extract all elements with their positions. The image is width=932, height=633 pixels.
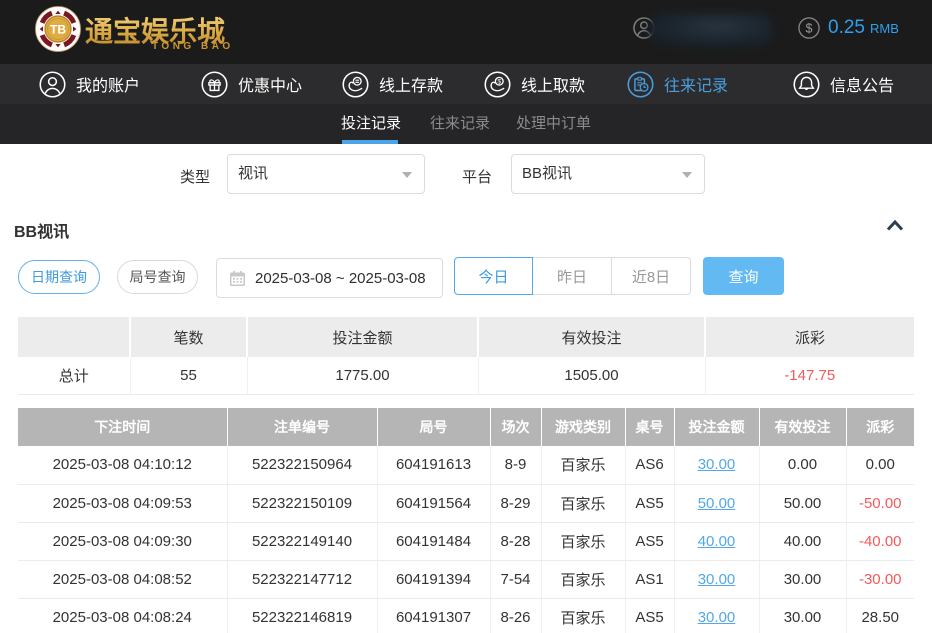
- svg-text:$: $: [497, 78, 501, 85]
- svg-text:TB: TB: [50, 23, 66, 37]
- svg-text:$: $: [806, 21, 813, 35]
